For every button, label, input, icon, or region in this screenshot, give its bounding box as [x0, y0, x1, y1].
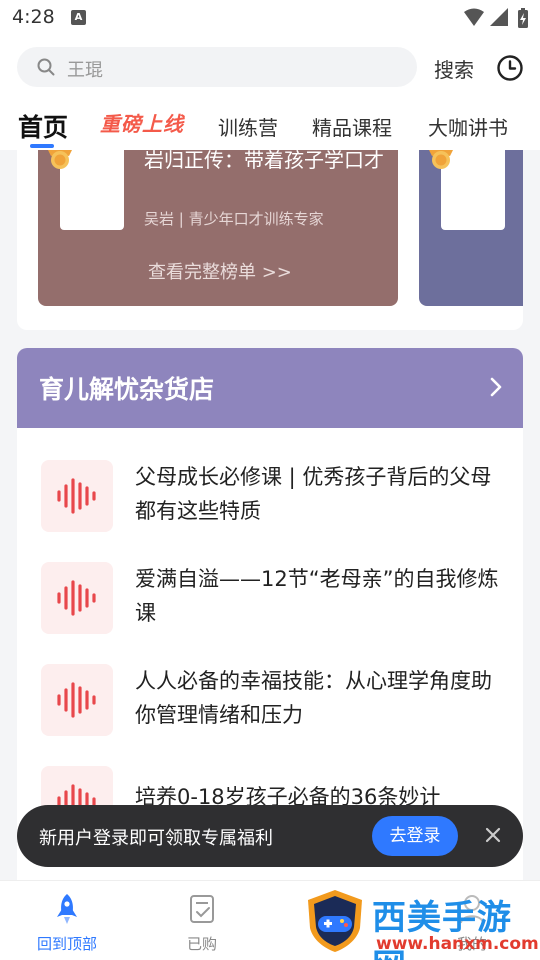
ranking-card[interactable]: 岩归正传：带着孩子学口才 吴岩 | 青少年口才训练专家 查看完整榜单 >>: [38, 150, 398, 306]
audio-wave-icon: [57, 478, 96, 514]
course-list-item[interactable]: 爱满自溢——12节“老母亲”的自我修炼课: [17, 562, 523, 662]
audio-thumbnail: [41, 562, 113, 634]
search-input[interactable]: 王琨: [17, 47, 417, 87]
tab-new-release[interactable]: 重磅上线: [100, 108, 184, 137]
medal-icon: [48, 150, 72, 169]
tab-premium-courses[interactable]: 精品课程: [312, 112, 392, 141]
tab-active-indicator: [30, 144, 54, 148]
close-icon[interactable]: [483, 825, 503, 845]
nav-label: 已购: [186, 935, 217, 953]
login-button[interactable]: 去登录: [372, 816, 458, 856]
parenting-section: 育儿解忧杂货店 父母成长必修课 | 优秀孩子背后的父母都有这些特质 爱满自溢——…: [17, 348, 523, 880]
login-promo-banner: 新用户登录即可领取专属福利 去登录: [17, 805, 523, 867]
notification-icon: A: [71, 10, 86, 25]
audio-thumbnail: [41, 460, 113, 532]
nav-purchased[interactable]: 已购: [152, 881, 252, 960]
category-tabs: 首页 重磅上线 训练营 精品课程 大咖讲书: [0, 100, 540, 150]
course-list-item[interactable]: 父母成长必修课 | 优秀孩子背后的父母都有这些特质: [17, 460, 523, 560]
rocket-icon: [57, 894, 77, 924]
status-bar: 4:28 A: [0, 0, 540, 36]
course-title: 爱满自溢——12节“老母亲”的自我修炼课: [135, 567, 499, 625]
course-title: 父母成长必修课 | 优秀孩子背后的父母都有这些特质: [135, 465, 492, 523]
chevron-right-icon: [490, 377, 502, 397]
course-title: 人人必备的幸福技能：从心理学角度助你管理情绪和压力: [135, 669, 492, 727]
audio-thumbnail: [41, 664, 113, 736]
nav-back-to-top[interactable]: 回到顶部: [17, 881, 117, 960]
tab-expert-book-talks[interactable]: 大咖讲书: [428, 112, 508, 141]
audio-wave-icon: [57, 682, 96, 718]
tab-home[interactable]: 首页: [18, 108, 68, 144]
ranking-section: 岩归正传：带着孩子学口才 吴岩 | 青少年口才训练专家 查看完整榜单 >>: [17, 150, 523, 330]
ranking-book-author: 吴岩 | 青少年口才训练专家: [144, 210, 324, 228]
watermark-url: www.hanxm.com: [376, 934, 539, 954]
medal-icon: [429, 150, 453, 169]
audio-wave-icon: [57, 580, 96, 616]
ranking-card-next[interactable]: [419, 150, 523, 306]
gamepad-shield-logo-icon: [308, 890, 362, 952]
status-icons: [464, 8, 528, 28]
search-button[interactable]: 搜索: [434, 54, 474, 83]
search-icon: [37, 58, 55, 76]
purchased-check-icon: [190, 895, 214, 923]
history-clock-icon[interactable]: [496, 54, 524, 82]
view-full-ranking-link[interactable]: 查看完整榜单 >>: [148, 258, 292, 284]
site-watermark: 西美手游网 www.hanxm.com: [302, 888, 540, 960]
feed-content[interactable]: 岩归正传：带着孩子学口才 吴岩 | 青少年口才训练专家 查看完整榜单 >> 育儿…: [0, 150, 540, 880]
ranking-book-title: 岩归正传：带着孩子学口才: [144, 150, 384, 172]
tab-training-camp[interactable]: 训练营: [218, 112, 278, 141]
status-time: 4:28: [12, 6, 55, 28]
section-title: 育儿解忧杂货店: [39, 375, 215, 404]
nav-label: 回到顶部: [36, 935, 97, 953]
course-list-item[interactable]: 人人必备的幸福技能：从心理学角度助你管理情绪和压力: [17, 664, 523, 764]
wifi-icon: [464, 8, 484, 26]
search-placeholder: 王琨: [67, 60, 103, 81]
section-header[interactable]: 育儿解忧杂货店: [17, 348, 523, 428]
signal-icon: [490, 8, 508, 26]
login-promo-text: 新用户登录即可领取专属福利: [39, 828, 273, 849]
battery-icon: [518, 8, 528, 28]
